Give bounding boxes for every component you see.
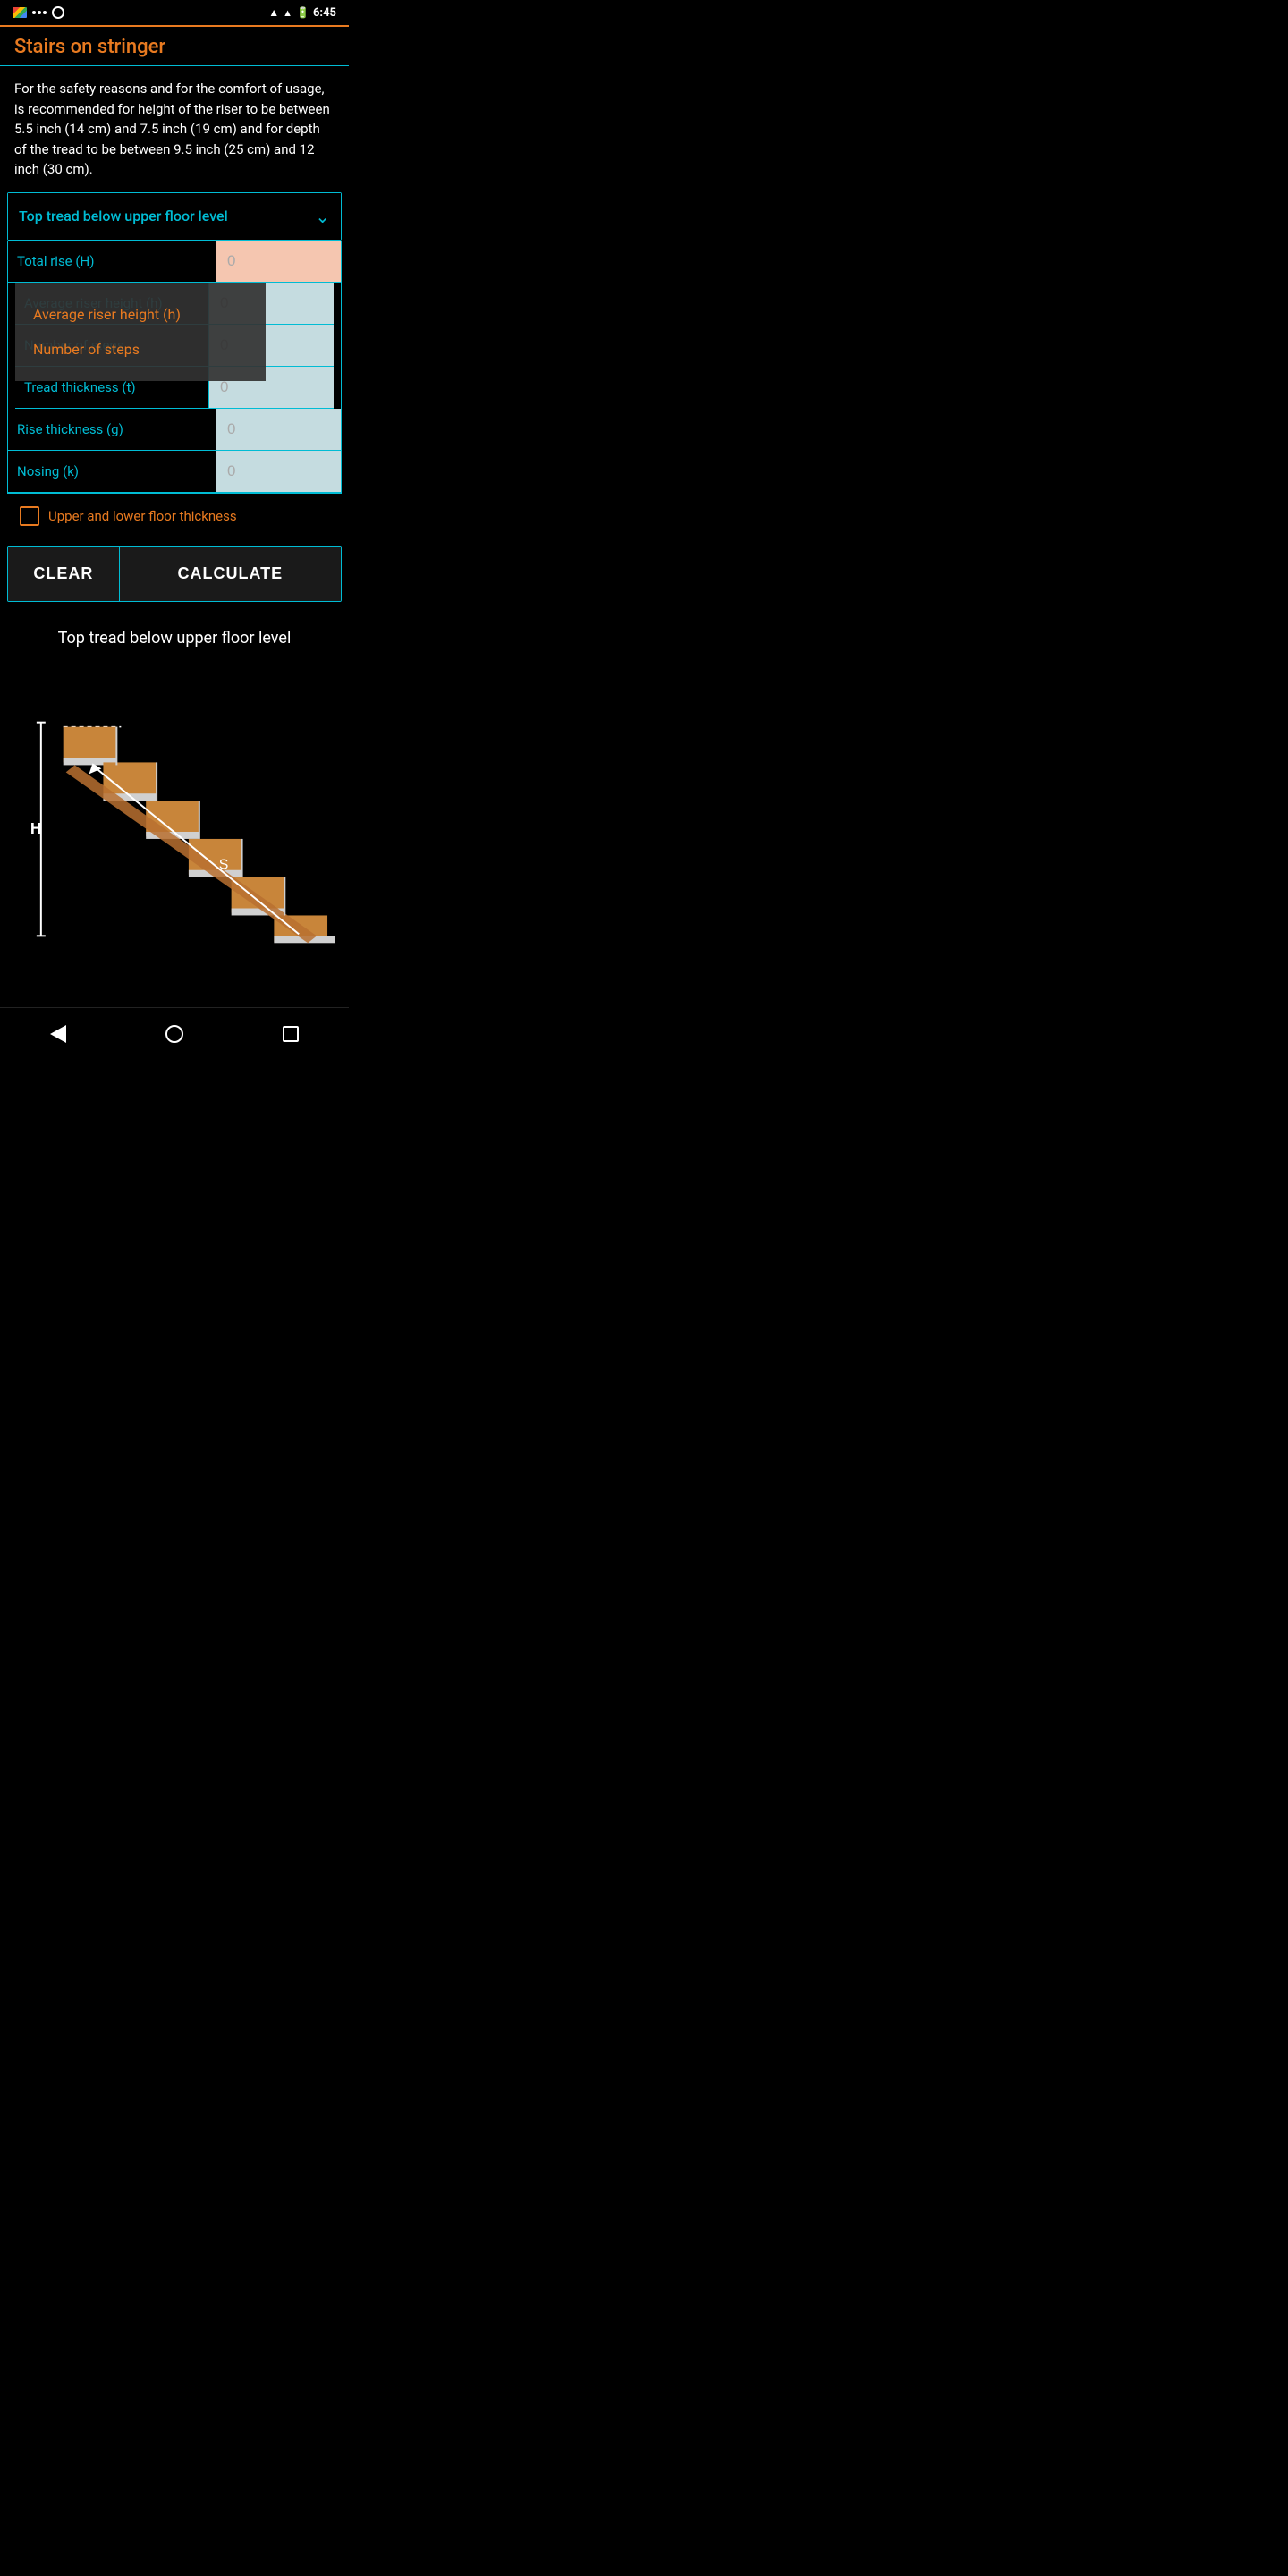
status-icons-left: [13, 6, 64, 19]
form-table: Total rise (H) Average riser height (h) …: [7, 241, 342, 493]
bottom-nav: [0, 1007, 349, 1060]
field-label-total-rise: Total rise (H): [8, 241, 216, 282]
dropdown-header[interactable]: Top tread below upper floor level ⌄: [8, 193, 341, 240]
table-row: Nosing (k): [8, 451, 341, 492]
field-label-nosing: Nosing (k): [8, 451, 216, 492]
checkbox-label: Upper and lower floor thickness: [48, 508, 237, 524]
status-icons-right: ▲ ▲ 🔋 6:45: [268, 6, 336, 20]
dropdown-container[interactable]: Top tread below upper floor level ⌄: [7, 192, 342, 241]
clear-button[interactable]: CLEAR: [8, 547, 120, 601]
circle-icon: [52, 6, 64, 19]
app-description: For the safety reasons and for the comfo…: [0, 66, 349, 192]
checkbox-row[interactable]: Upper and lower floor thickness: [7, 493, 342, 538]
field-label-rise-thickness: Rise thickness (g): [8, 409, 216, 450]
back-icon: [50, 1025, 66, 1043]
diagram-title: Top tread below upper floor level: [58, 629, 292, 648]
nav-recents-button[interactable]: [277, 1021, 304, 1047]
diagram-section: Top tread below upper floor level H: [0, 602, 349, 989]
overlay-dropdown[interactable]: Average riser height (h) Number of steps: [15, 283, 266, 381]
app-title-bar: Stairs on stringer: [0, 27, 349, 66]
svg-text:S: S: [219, 857, 229, 872]
nav-home-button[interactable]: [161, 1021, 188, 1047]
time-display: 6:45: [313, 6, 336, 20]
app-title: Stairs on stringer: [14, 36, 165, 58]
gmail-icon: [13, 7, 27, 18]
recents-icon: [283, 1026, 299, 1042]
status-bar: ▲ ▲ 🔋 6:45: [0, 0, 349, 25]
stair-diagram: H: [0, 669, 349, 971]
signal-icon: ▲: [283, 7, 292, 19]
chevron-down-icon: ⌄: [315, 206, 330, 227]
field-input-nosing[interactable]: [216, 451, 341, 492]
overlay-item-num-steps[interactable]: Number of steps: [33, 332, 248, 367]
table-row: Rise thickness (g): [8, 409, 341, 451]
field-input-rise-thickness[interactable]: [216, 409, 341, 450]
home-icon: [165, 1025, 183, 1043]
overlay-wrapper: Average riser height (h) Number of steps…: [15, 283, 334, 409]
dots-icon: [32, 11, 47, 14]
dropdown-label: Top tread below upper floor level: [19, 208, 228, 225]
battery-icon: 🔋: [296, 6, 309, 19]
checkbox-upper-lower-floor[interactable]: [20, 506, 39, 526]
table-row: Total rise (H): [8, 241, 341, 283]
buttons-row: CLEAR CALCULATE: [7, 546, 342, 602]
nav-back-button[interactable]: [45, 1021, 72, 1047]
field-input-total-rise[interactable]: [216, 241, 341, 282]
svg-text:H: H: [30, 818, 42, 836]
wifi-icon: ▲: [268, 6, 279, 19]
stair-svg: H: [14, 669, 335, 971]
overlay-item-avg-riser[interactable]: Average riser height (h): [33, 297, 248, 332]
calculate-button[interactable]: CALCULATE: [120, 547, 341, 601]
app-container: Stairs on stringer For the safety reason…: [0, 27, 349, 989]
